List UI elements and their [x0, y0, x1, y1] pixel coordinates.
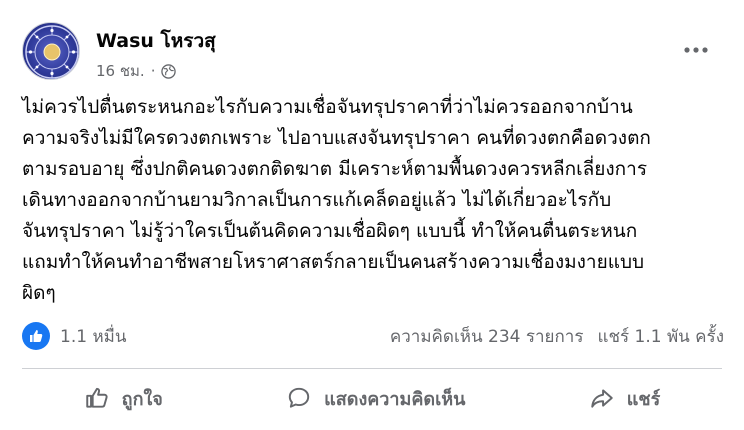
reaction-summary[interactable]: 1.1 หมื่น	[22, 322, 126, 350]
more-options-button[interactable]	[680, 38, 712, 62]
comment-label: แสดงความคิดเห็น	[324, 388, 466, 410]
share-button[interactable]: แชร์	[571, 378, 679, 419]
post-header: Wasu โหรวสุ 16 ชม. ·	[22, 22, 728, 82]
zodiac-wheel-icon	[25, 25, 79, 79]
avatar[interactable]	[22, 22, 80, 80]
share-count[interactable]: แชร์ 1.1 พัน ครั้ง	[597, 323, 724, 350]
post-card: Wasu โหรวสุ 16 ชม. · ไม่ควรไปตื่นตระหนกอ…	[0, 0, 744, 430]
share-label: แชร์	[626, 388, 661, 410]
like-reaction-icon	[22, 322, 50, 350]
share-arrow-icon	[591, 389, 613, 408]
meta-separator: ·	[150, 62, 156, 80]
like-label: ถูกใจ	[121, 388, 163, 410]
post-body-line: แถมทำให้คนทำอาชีพสายโหราศาสตร์กลายเป็นคน…	[22, 251, 645, 273]
post-body-line: ความจริงไม่มีใครดวงตกเพราะ ไปอาบแสงจันทร…	[22, 127, 651, 149]
comment-bubble-icon	[288, 387, 310, 408]
more-dots-icon	[684, 47, 708, 53]
post-body-line: ไม่ควรไปตื่นตระหนกอะไรกับความเชื่อจันทรุ…	[22, 96, 633, 118]
comment-count[interactable]: ความคิดเห็น 234 รายการ	[390, 323, 584, 350]
post-meta: 16 ชม. ·	[96, 59, 177, 83]
globe-icon[interactable]	[161, 63, 177, 79]
divider	[22, 368, 722, 369]
author-name[interactable]: Wasu โหรวสุ	[96, 26, 216, 56]
post-body: ไม่ควรไปตื่นตระหนกอะไรกับความเชื่อจันทรุ…	[22, 92, 722, 309]
thumbs-up-icon	[85, 387, 108, 408]
post-body-line: จันทรุปราคา ไม่รู้ว่าใครเป็นต้นคิดความเช…	[22, 220, 638, 242]
post-body-line: ตามรอบอายุ ซึ่งปกติคนดวงตกติดฆาต มีเคราะ…	[22, 158, 648, 180]
comment-button[interactable]: แสดงความคิดเห็น	[268, 378, 483, 419]
engagement-stats: 1.1 หมื่น ความคิดเห็น 234 รายการ แชร์ 1.…	[22, 318, 724, 354]
post-timestamp[interactable]: 16 ชม.	[96, 59, 145, 83]
reaction-count[interactable]: 1.1 หมื่น	[60, 323, 126, 350]
post-body-line: เดินทางออกจากบ้านยามวิกาลเป็นการแก้เคล็ด…	[22, 189, 612, 211]
post-body-line: ผิดๆ	[22, 282, 56, 304]
action-bar: ถูกใจ แสดงความคิดเห็น แชร์	[22, 374, 722, 422]
like-button[interactable]: ถูกใจ	[66, 378, 181, 419]
